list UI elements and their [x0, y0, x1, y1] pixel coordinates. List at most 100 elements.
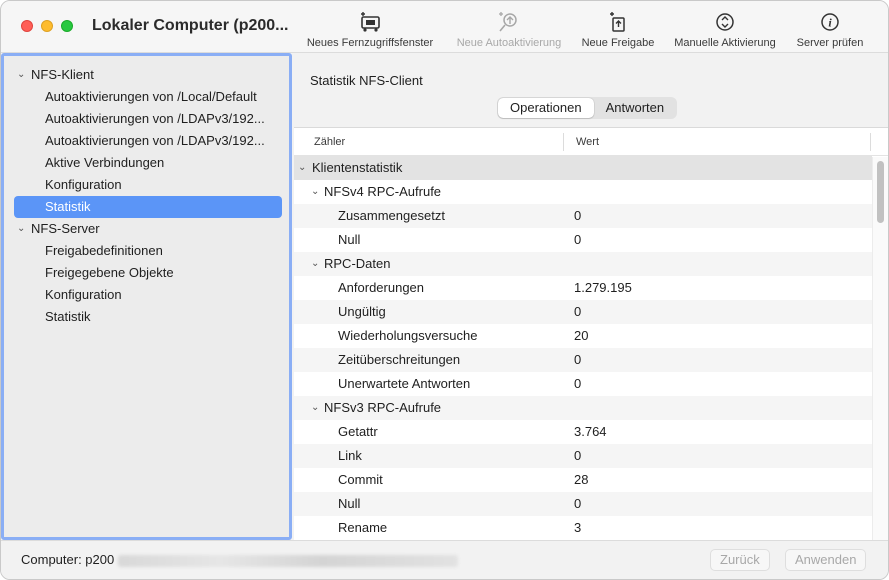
sidebar-item-label: NFS-Server — [31, 221, 100, 236]
table-row[interactable]: Zusammengesetzt 0 — [294, 204, 872, 228]
window-title: Lokaler Computer (p200... — [92, 17, 289, 34]
toolbar-label: Neues Fernzugriffsfenster — [306, 37, 434, 49]
zoom-window-button[interactable] — [61, 20, 73, 32]
manual-mount-button[interactable]: Manuelle Aktivierung — [668, 11, 782, 51]
tab-segmented-control: Operationen Antworten — [497, 97, 678, 119]
sidebar-item-label: NFS-Klient — [31, 67, 94, 82]
sidebar-item-label: Autoaktivierungen von /LDAPv3/192... — [45, 111, 265, 126]
row-value: 0 — [574, 352, 582, 367]
scrollbar-thumb[interactable] — [877, 161, 884, 223]
row-name: Commit — [338, 472, 383, 487]
row-name: NFSv4 RPC-Aufrufe — [324, 184, 442, 199]
sidebar-item-automounts-ldap-2[interactable]: Autoaktivierungen von /LDAPv3/192... — [14, 130, 282, 152]
sidebar-item-shared-objects[interactable]: Freigegebene Objekte — [14, 262, 282, 284]
chevron-down-icon[interactable]: ⌄ — [17, 64, 25, 86]
chevron-down-icon[interactable]: ⌄ — [311, 396, 319, 420]
vertical-scrollbar[interactable] — [872, 157, 888, 540]
table-row[interactable]: Getattr 3.764 — [294, 420, 872, 444]
table-row[interactable]: ⌄ Klientenstatistik — [294, 156, 872, 180]
row-value: 3 — [574, 520, 582, 535]
close-window-button[interactable] — [21, 20, 33, 32]
table-row[interactable]: ⌄ NFSv4 RPC-Aufrufe — [294, 180, 872, 204]
tab-responses[interactable]: Antworten — [594, 98, 677, 118]
row-value: 1.279.195 — [574, 280, 632, 295]
check-server-button[interactable]: i Server prüfen — [791, 11, 869, 51]
row-name: Getattr — [338, 424, 378, 439]
row-value: 0 — [574, 208, 582, 223]
column-divider[interactable] — [870, 133, 871, 151]
sidebar-item-active-connections[interactable]: Aktive Verbindungen — [14, 152, 282, 174]
table-row[interactable]: Ungültig 0 — [294, 300, 872, 324]
table-row[interactable]: Unerwartete Antworten 0 — [294, 372, 872, 396]
app-window: Lokaler Computer (p200... Neues Fernzugr… — [0, 0, 889, 580]
table-row[interactable]: Null 0 — [294, 492, 872, 516]
sidebar-item-client-statistics[interactable]: Statistik — [14, 196, 282, 218]
new-share-icon — [605, 11, 631, 33]
apply-button[interactable]: Anwenden — [785, 549, 867, 571]
computer-name-text: Computer: p200 — [21, 552, 115, 567]
sidebar-item-label: Konfiguration — [45, 287, 122, 302]
redacted-hostname — [118, 554, 459, 567]
row-name: NFSv3 RPC-Aufrufe — [324, 400, 442, 415]
table-row[interactable]: Commit 28 — [294, 468, 872, 492]
manual-mount-icon — [712, 11, 738, 33]
column-divider[interactable] — [563, 133, 564, 151]
statistics-table[interactable]: Zähler Wert ⌄ Klientenstatistik ⌄ NFSv4 … — [294, 127, 888, 540]
row-name: RPC-Daten — [324, 256, 391, 271]
back-button[interactable]: Zurück — [710, 549, 770, 571]
new-automount-button[interactable]: Neue Autoaktivierung — [451, 11, 567, 51]
bottom-bar: Computer: p200 Zurück Anwenden — [1, 540, 888, 579]
sidebar-item-label: Aktive Verbindungen — [45, 155, 165, 170]
row-value: 20 — [574, 328, 589, 343]
toolbar-label: Neue Autoaktivierung — [456, 37, 562, 49]
sidebar-item-automounts-ldap-1[interactable]: Autoaktivierungen von /LDAPv3/192... — [14, 108, 282, 130]
column-header-value[interactable]: Wert — [576, 128, 599, 156]
svg-text:i: i — [828, 16, 832, 30]
table-row[interactable]: Null 0 — [294, 228, 872, 252]
row-name: Link — [338, 448, 362, 463]
chevron-down-icon[interactable]: ⌄ — [17, 218, 25, 240]
row-value: 0 — [574, 496, 582, 511]
table-row[interactable]: Link 0 — [294, 444, 872, 468]
toolbar: Lokaler Computer (p200... Neues Fernzugr… — [1, 1, 888, 53]
sidebar-item-label: Autoaktivierungen von /Local/Default — [45, 89, 257, 104]
sidebar-item-nfs-server[interactable]: ⌄ NFS-Server — [14, 218, 282, 240]
row-value: 0 — [574, 232, 582, 247]
sidebar-item-server-statistics[interactable]: Statistik — [14, 306, 282, 328]
info-icon: i — [817, 11, 843, 33]
sidebar-item-label: Statistik — [45, 309, 91, 324]
chevron-down-icon[interactable]: ⌄ — [311, 180, 319, 204]
row-name: Zeitüberschreitungen — [338, 352, 461, 367]
main-panel: Statistik NFS-Client Operationen Antwort… — [292, 53, 888, 540]
sidebar-item-label: Konfiguration — [45, 177, 122, 192]
toolbar-label: Neue Freigabe — [581, 37, 655, 49]
sidebar-item-nfs-client[interactable]: ⌄ NFS-Klient — [14, 64, 282, 86]
computer-name-label: Computer: p200 — [21, 552, 459, 567]
sidebar-item-automounts-local[interactable]: Autoaktivierungen von /Local/Default — [14, 86, 282, 108]
row-value: 3.764 — [574, 424, 607, 439]
sidebar-item-share-definitions[interactable]: Freigabedefinitionen — [14, 240, 282, 262]
row-name: Zusammengesetzt — [338, 208, 445, 223]
tab-operations[interactable]: Operationen — [498, 98, 594, 118]
row-value: 0 — [574, 304, 582, 319]
row-name: Ungültig — [338, 304, 386, 319]
sidebar-item-client-configuration[interactable]: Konfiguration — [14, 174, 282, 196]
table-row[interactable]: Zeitüberschreitungen 0 — [294, 348, 872, 372]
sidebar-item-label: Statistik — [45, 199, 91, 214]
sidebar-item-server-configuration[interactable]: Konfiguration — [14, 284, 282, 306]
sidebar-item-label: Freigegebene Objekte — [45, 265, 174, 280]
minimize-window-button[interactable] — [41, 20, 53, 32]
table-row[interactable]: Wiederholungsversuche 20 — [294, 324, 872, 348]
new-remote-window-button[interactable]: Neues Fernzugriffsfenster — [301, 11, 439, 51]
chevron-down-icon[interactable]: ⌄ — [298, 156, 306, 180]
sidebar-item-label: Autoaktivierungen von /LDAPv3/192... — [45, 133, 265, 148]
table-row[interactable]: Anforderungen 1.279.195 — [294, 276, 872, 300]
table-row[interactable]: ⌄ RPC-Daten — [294, 252, 872, 276]
sidebar[interactable]: ⌄ NFS-Klient Autoaktivierungen von /Loca… — [1, 53, 292, 540]
column-header-counter[interactable]: Zähler — [314, 128, 345, 156]
table-row[interactable]: Rename 3 — [294, 516, 872, 540]
toolbar-label: Server prüfen — [796, 37, 864, 49]
chevron-down-icon[interactable]: ⌄ — [311, 252, 319, 276]
new-share-button[interactable]: Neue Freigabe — [577, 11, 659, 51]
table-row[interactable]: ⌄ NFSv3 RPC-Aufrufe — [294, 396, 872, 420]
